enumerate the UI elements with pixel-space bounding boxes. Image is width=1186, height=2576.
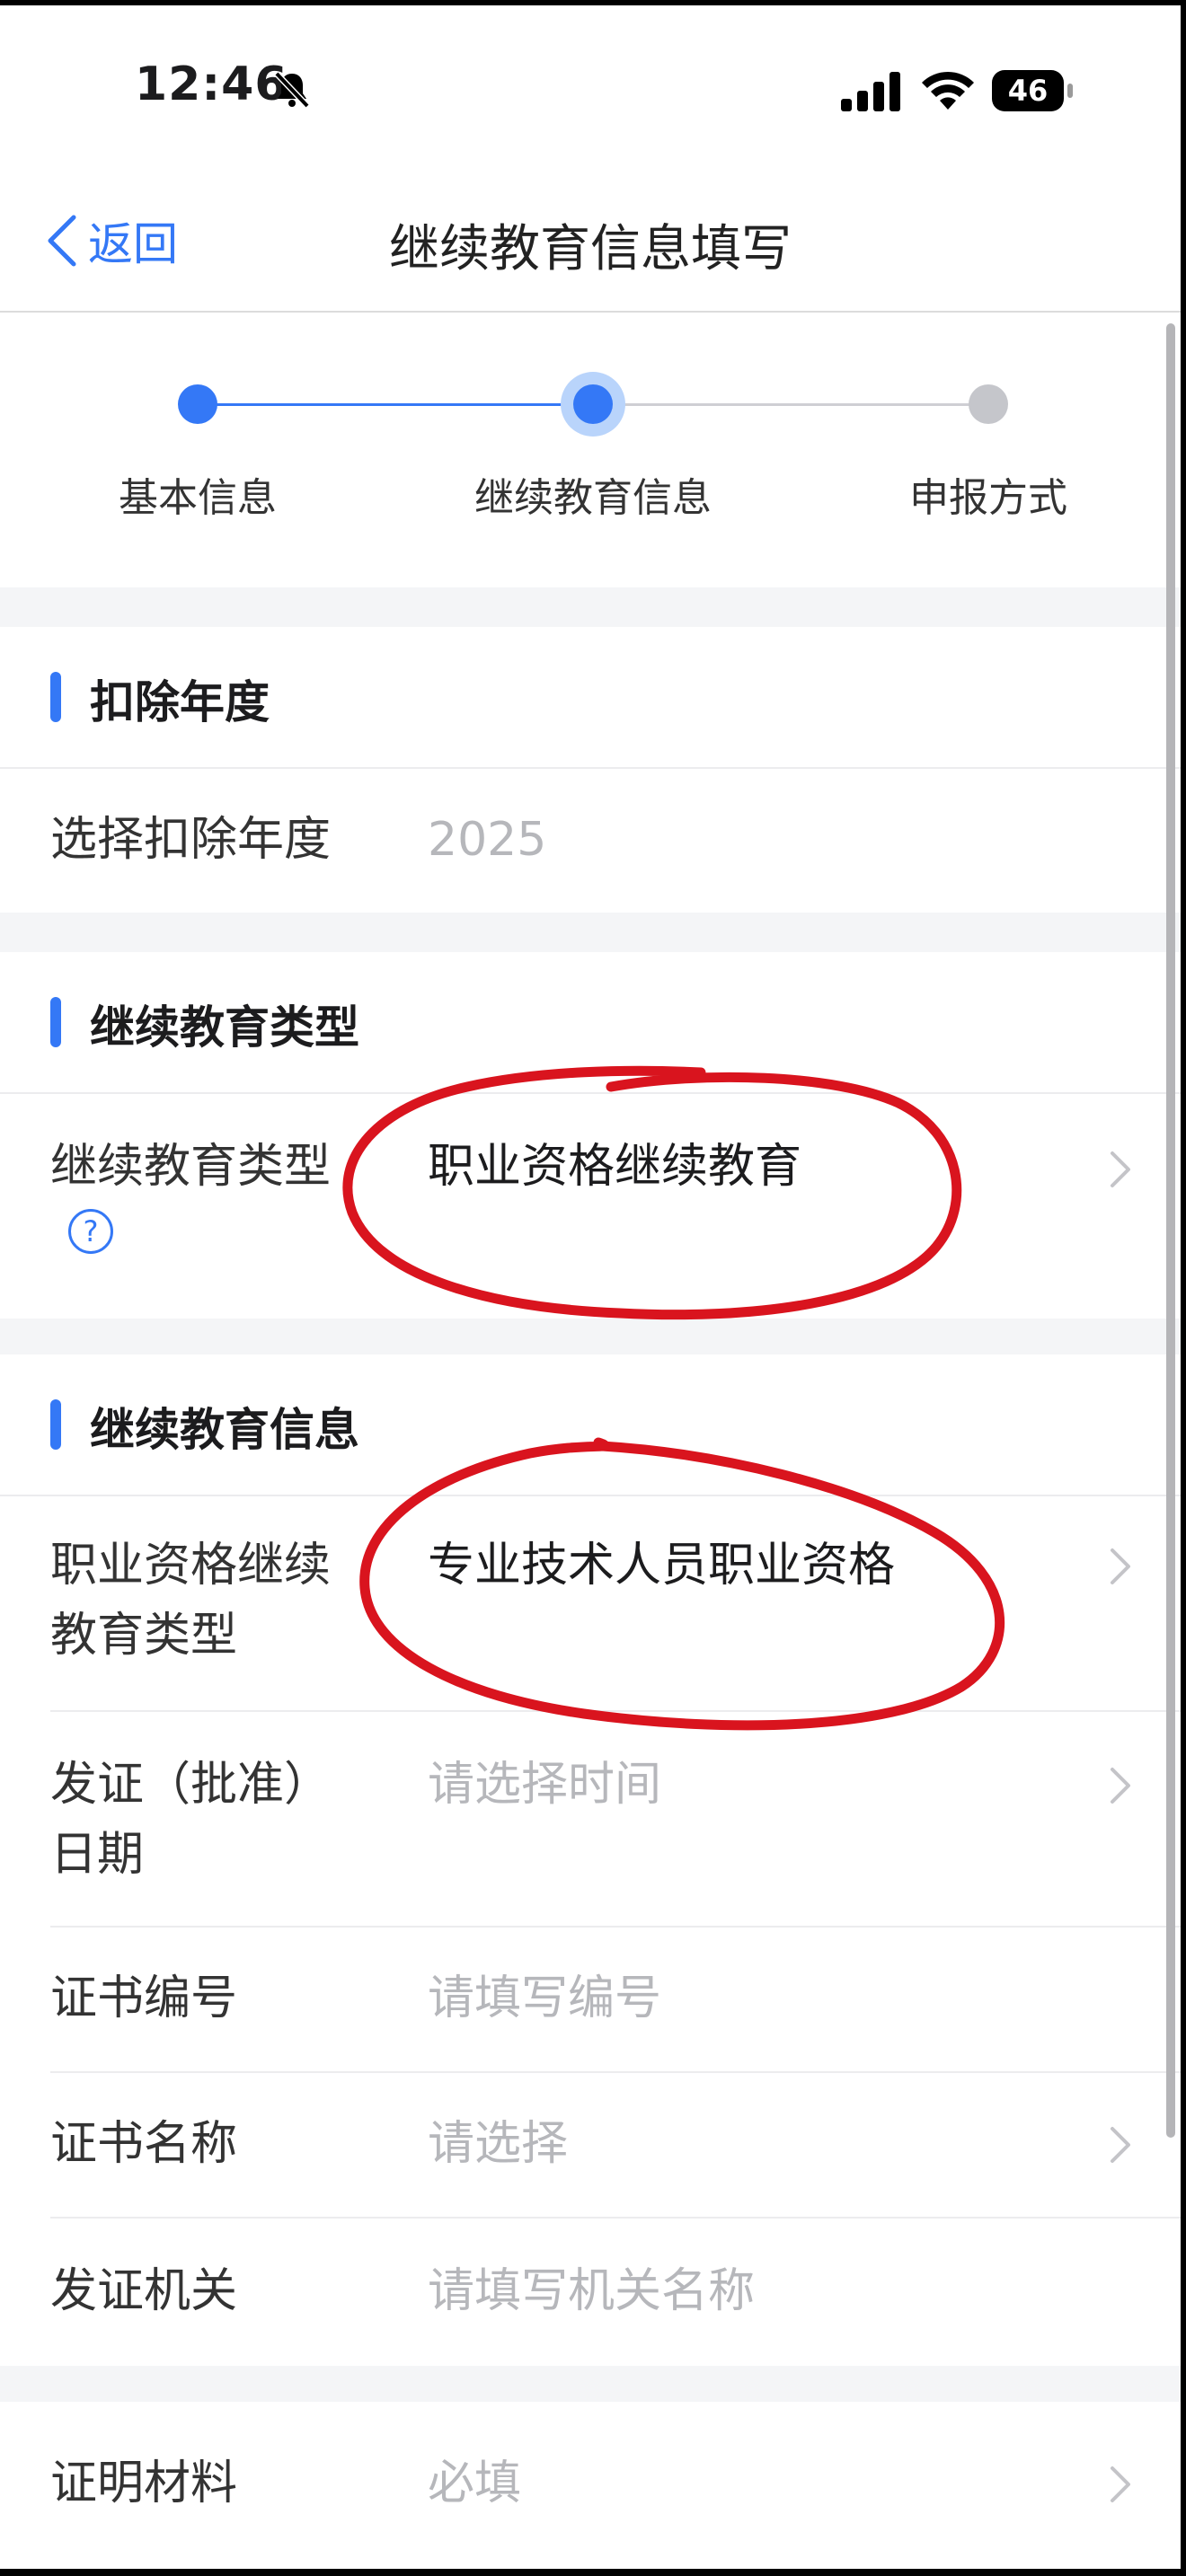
row-label: 选择扣除年度 xyxy=(50,813,332,867)
row-label: 发证（批准）日期 xyxy=(50,1758,332,1882)
chevron-right-icon xyxy=(1111,1768,1130,1804)
supporting-material-value: 必填 xyxy=(428,2457,522,2510)
section-header: 继续教育信息 xyxy=(0,1354,1181,1496)
step-connector-pending xyxy=(593,403,988,406)
scrollbar[interactable] xyxy=(1166,323,1175,2138)
row-certificate-number[interactable]: 证书编号 请填写编号 xyxy=(50,1928,1181,2073)
row-label: 职业资格继续教育类型 xyxy=(50,1539,332,1663)
signal-icon xyxy=(841,72,900,111)
row-issue-date[interactable]: 发证（批准）日期 请选择时间 xyxy=(50,1712,1181,1928)
certificate-number-input: 请填写编号 xyxy=(428,1972,662,2025)
chevron-right-icon xyxy=(1111,1151,1130,1187)
step-dot-pending xyxy=(969,384,1008,424)
section-accent-bar xyxy=(50,997,61,1047)
section-title: 扣除年度 xyxy=(90,676,270,728)
page-title: 继续教育信息填写 xyxy=(389,220,792,278)
section-education-type: 继续教育类型 继续教育类型 ? 职业资格继续教育 xyxy=(0,952,1181,1319)
row-label: 证书编号 xyxy=(50,1972,238,2025)
row-label: 证书名称 xyxy=(50,2117,238,2171)
deduction-year-value: 2025 xyxy=(428,813,547,867)
section-header: 扣除年度 xyxy=(0,627,1181,769)
row-education-type[interactable]: 继续教育类型 ? 职业资格继续教育 xyxy=(50,1094,1181,1319)
chevron-right-icon xyxy=(1111,1548,1130,1584)
section-deduction-year: 扣除年度 选择扣除年度 2025 xyxy=(0,627,1181,913)
education-type-value: 职业资格继续教育 xyxy=(428,1140,802,1194)
row-label: 发证机关 xyxy=(50,2264,238,2318)
section-header: 继续教育类型 xyxy=(0,952,1181,1094)
section-accent-bar xyxy=(50,1399,61,1450)
status-time: 12:46 xyxy=(135,57,288,111)
row-issuing-authority[interactable]: 发证机关 请填写机关名称 xyxy=(50,2219,1181,2366)
row-label: 继续教育类型 xyxy=(50,1140,332,1194)
help-circle-icon[interactable]: ? xyxy=(68,1209,113,1254)
battery-level: 46 xyxy=(1007,74,1049,108)
issuing-authority-input: 请填写机关名称 xyxy=(428,2264,756,2318)
issue-date-picker: 请选择时间 xyxy=(428,1758,662,1812)
step-dot-done xyxy=(178,384,217,424)
step-label-filing-method: 申报方式 xyxy=(909,475,1067,521)
section-education-info: 继续教育信息 职业资格继续教育类型 专业技术人员职业资格 发证（批准）日期 请选… xyxy=(0,1354,1181,2366)
status-bar: 12:46 46 xyxy=(0,5,1181,158)
screen-edge xyxy=(0,0,1186,5)
row-qualification-type[interactable]: 职业资格继续教育类型 专业技术人员职业资格 xyxy=(50,1496,1181,1712)
step-dot-current xyxy=(573,384,613,424)
screen-edge xyxy=(1181,0,1186,2576)
chevron-right-icon xyxy=(1111,2466,1130,2502)
row-supporting-material[interactable]: 证明材料 必填 xyxy=(50,2402,1181,2569)
chevron-right-icon xyxy=(1111,2127,1130,2163)
progress-stepper: 基本信息 继续教育信息 申报方式 xyxy=(0,313,1181,587)
step-label-basic-info: 基本信息 xyxy=(119,475,277,521)
screen-edge xyxy=(0,2569,1186,2576)
step-connector-completed xyxy=(198,403,593,406)
battery-icon: 46 xyxy=(992,70,1075,111)
bell-slash-icon xyxy=(274,71,310,109)
step-label-education-info: 继续教育信息 xyxy=(474,475,712,521)
section-supporting-material: 证明材料 必填 xyxy=(0,2402,1181,2569)
section-title: 继续教育信息 xyxy=(90,1404,359,1456)
row-deduction-year[interactable]: 选择扣除年度 2025 xyxy=(50,769,1181,913)
row-label: 证明材料 xyxy=(50,2457,238,2510)
qualification-type-value: 专业技术人员职业资格 xyxy=(428,1539,896,1592)
certificate-name-select: 请选择 xyxy=(428,2117,569,2171)
wifi-icon xyxy=(922,71,974,110)
nav-bar: 返回 继续教育信息填写 xyxy=(0,158,1181,313)
section-title: 继续教育类型 xyxy=(90,1001,359,1054)
row-certificate-name[interactable]: 证书名称 请选择 xyxy=(50,2073,1181,2219)
section-accent-bar xyxy=(50,672,61,722)
phone-screen: 12:46 46 返回 继续教育信息填写 基本信息 继续教育信息 申报方式 扣除… xyxy=(0,0,1186,2576)
